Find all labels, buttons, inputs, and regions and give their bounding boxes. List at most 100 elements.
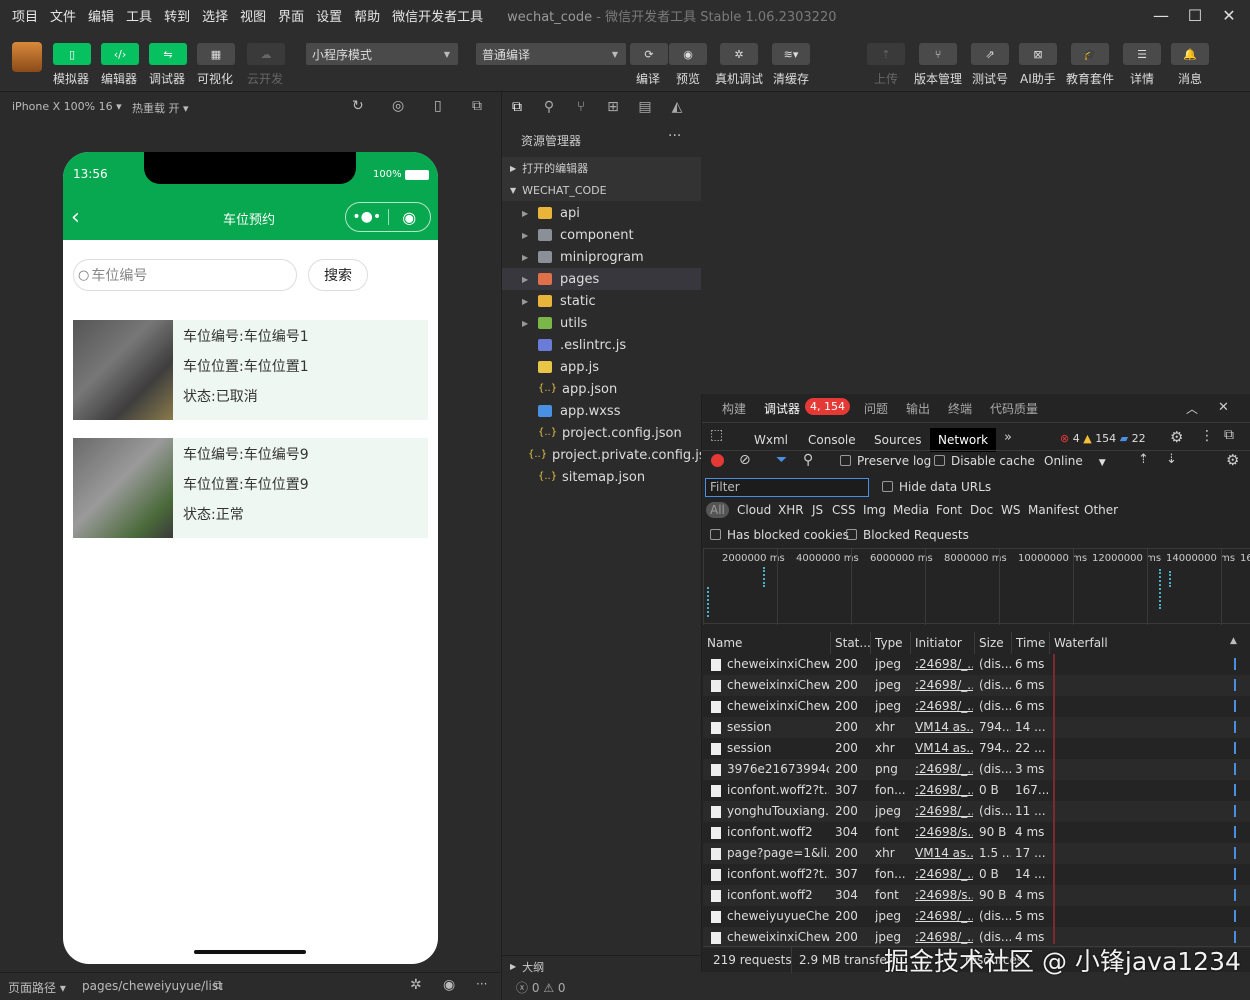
- tab-wxml[interactable]: Wxml: [746, 428, 796, 452]
- extensions-icon[interactable]: ⊞: [604, 98, 622, 116]
- tree-item-project-private-config-js[interactable]: {..} project.private.config.js...: [502, 444, 718, 466]
- cell-initiator[interactable]: :24698/_...: [915, 657, 973, 671]
- table-row[interactable]: session 200 xhr VM14 as... 794... 22 ...: [703, 738, 1250, 759]
- simulator-icon[interactable]: ▯: [53, 43, 91, 65]
- layout-icon[interactable]: ▤: [636, 98, 654, 116]
- clear-icon[interactable]: ⊘: [739, 452, 751, 468]
- debugger-icon[interactable]: ⇋: [149, 43, 187, 65]
- blocked-requests-checkbox[interactable]: Blocked Requests: [846, 528, 969, 542]
- files-icon[interactable]: ⧉: [508, 98, 526, 116]
- col-initiator[interactable]: Initiator: [911, 632, 975, 654]
- tab-sources[interactable]: Sources: [866, 428, 929, 452]
- messages-label[interactable]: 消息: [1178, 70, 1202, 87]
- blocked-cookies-checkbox[interactable]: Has blocked cookies: [710, 528, 849, 542]
- bell-icon[interactable]: 🔔: [1171, 43, 1209, 65]
- eye-icon[interactable]: ◉: [443, 977, 455, 993]
- cell-initiator[interactable]: :24698/_...: [915, 783, 973, 797]
- close-icon[interactable]: ✕: [1212, 0, 1246, 30]
- test-account-icon[interactable]: ⇗: [971, 43, 1009, 65]
- menu-view[interactable]: 视图: [234, 6, 272, 25]
- chevron-up-icon[interactable]: ︿: [1186, 400, 1198, 417]
- disable-cache-checkbox[interactable]: Disable cache: [934, 454, 1035, 468]
- table-row[interactable]: cheweixinxiChew... 200 jpeg:24698/_... (dis…: [703, 675, 1250, 696]
- cell-initiator[interactable]: :24698/s...: [915, 888, 973, 902]
- table-row[interactable]: iconfont.woff2 304 font:24698/s... 90 B 4 ms: [703, 822, 1250, 843]
- menu-help[interactable]: 帮助: [348, 6, 386, 25]
- menu-file[interactable]: 文件: [44, 6, 82, 25]
- inspect-icon[interactable]: ⬚: [710, 427, 723, 443]
- tree-item-project-config-json[interactable]: {..} project.config.json: [502, 422, 701, 444]
- tree-item-utils[interactable]: ▶ utils: [502, 312, 701, 334]
- preview-icon[interactable]: ◉: [669, 43, 707, 65]
- upload-icon[interactable]: ⇡: [1138, 452, 1149, 467]
- close-icon[interactable]: ✕: [1218, 400, 1229, 415]
- problems-status[interactable]: ⓧ 0 ⚠ 0: [516, 979, 566, 996]
- bug-icon[interactable]: ✲: [410, 977, 422, 993]
- root-section[interactable]: ▼ WECHAT_CODE: [502, 179, 701, 201]
- col-size[interactable]: Size: [975, 632, 1012, 654]
- search-input[interactable]: ○ 车位编号: [73, 259, 297, 291]
- cell-initiator[interactable]: :24698/_...: [915, 762, 973, 776]
- preview-label[interactable]: 预览: [676, 70, 700, 87]
- editor-icon[interactable]: ‹/›: [101, 43, 139, 65]
- filter-all[interactable]: All: [706, 502, 729, 518]
- tab-network[interactable]: Network: [930, 428, 997, 452]
- test-account-label[interactable]: 测试号: [972, 70, 1008, 87]
- more-tabs-icon[interactable]: »: [1004, 430, 1012, 445]
- cell-initiator[interactable]: VM14 as...: [915, 741, 973, 755]
- tab-terminal[interactable]: 终端: [948, 400, 972, 417]
- kebab-icon[interactable]: ⋮: [1200, 428, 1214, 444]
- page-path-select[interactable]: 页面路径 ▾: [8, 979, 66, 996]
- cell-initiator[interactable]: :24698/_...: [915, 909, 973, 923]
- menu-select[interactable]: 选择: [196, 6, 234, 25]
- gear-icon[interactable]: ⚙: [1226, 451, 1239, 469]
- filter-css[interactable]: CSS: [832, 503, 856, 517]
- hide-data-urls-checkbox[interactable]: Hide data URLs: [882, 480, 991, 494]
- record-icon[interactable]: [711, 454, 724, 467]
- education-label[interactable]: 教育套件: [1066, 70, 1114, 87]
- popout-icon[interactable]: ⧉: [472, 98, 482, 114]
- ai-assistant-label[interactable]: AI助手: [1020, 70, 1056, 87]
- education-icon[interactable]: 🎓: [1071, 43, 1109, 65]
- tree-item-app-json[interactable]: {..} app.json: [502, 378, 701, 400]
- filter-img[interactable]: Img: [863, 503, 886, 517]
- cell-initiator[interactable]: VM14 as...: [915, 720, 973, 734]
- details-label[interactable]: 详情: [1130, 70, 1154, 87]
- network-overview[interactable]: 2000000 ms 4000000 ms 6000000 ms 8000000…: [703, 548, 1250, 625]
- tab-output[interactable]: 输出: [906, 400, 930, 417]
- tree-item-app-js[interactable]: app.js: [502, 356, 701, 378]
- col-type[interactable]: Type: [871, 632, 911, 654]
- cell-initiator[interactable]: :24698/_...: [915, 867, 973, 881]
- maximize-icon[interactable]: ☐: [1178, 0, 1212, 30]
- table-row[interactable]: yonghuTouxiang... 200 jpeg:24698/_... (dis.…: [703, 801, 1250, 822]
- minimize-icon[interactable]: —: [1144, 0, 1178, 30]
- clear-cache-label[interactable]: 清缓存: [773, 70, 809, 87]
- tree-item-static[interactable]: ▶ static: [502, 290, 701, 312]
- cell-initiator[interactable]: :24698/_...: [915, 678, 973, 692]
- debugger-label[interactable]: 调试器: [149, 70, 185, 87]
- table-row[interactable]: page?page=1&li... 200 xhr VM14 as... 1.5 ...…: [703, 843, 1250, 864]
- remote-debug-label[interactable]: 真机调试: [715, 70, 763, 87]
- avatar[interactable]: [12, 42, 42, 72]
- compile-icon[interactable]: ⟳: [630, 43, 668, 65]
- mode-select[interactable]: 小程序模式 ▼: [306, 43, 458, 65]
- device-select[interactable]: iPhone X 100% 16 ▾: [12, 100, 122, 113]
- dock-icon[interactable]: ⧉: [1224, 427, 1234, 443]
- col-time[interactable]: Time: [1012, 632, 1050, 654]
- tree-item-eslintrc-js[interactable]: .eslintrc.js: [502, 334, 701, 356]
- visual-label[interactable]: 可视化: [197, 70, 233, 87]
- phone-icon[interactable]: ▯: [434, 98, 442, 114]
- list-item[interactable]: 车位编号:车位编号9 车位位置:车位位置9 状态:正常: [73, 438, 428, 538]
- visual-icon[interactable]: ▦: [197, 43, 235, 65]
- issue-counts[interactable]: ⊗ 4 ▲ 154 ▰ 22: [1060, 432, 1146, 445]
- table-row[interactable]: 3976e21673994c... 200 png:24698/_... (dis..…: [703, 759, 1250, 780]
- menu-wechat-devtools[interactable]: 微信开发者工具: [386, 6, 489, 25]
- throttle-select[interactable]: Online ▼: [1044, 454, 1106, 468]
- filter-font[interactable]: Font: [936, 503, 962, 517]
- tree-item-sitemap-json[interactable]: {..} sitemap.json: [502, 466, 701, 488]
- tree-item-component[interactable]: ▶ component: [502, 224, 701, 246]
- tab-debugger[interactable]: 调试器: [764, 400, 800, 417]
- table-row[interactable]: iconfont.woff2 304 font:24698/s... 90 B 4 ms: [703, 885, 1250, 906]
- more-icon[interactable]: •●•: [346, 209, 388, 225]
- menu-goto[interactable]: 转到: [158, 6, 196, 25]
